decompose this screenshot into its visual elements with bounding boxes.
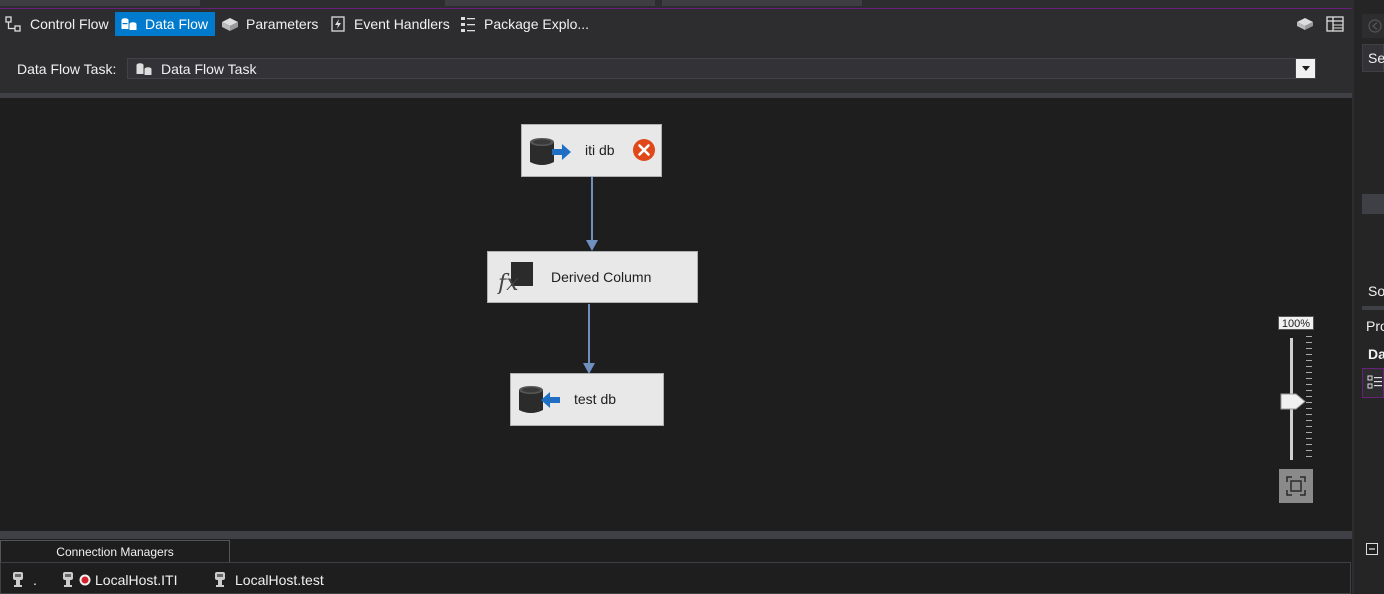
zoom-slider-thumb[interactable]: [1280, 393, 1306, 410]
properties-object-fragment: Da: [1368, 346, 1384, 362]
connection-manager-item[interactable]: LocalHost.ITI: [61, 571, 177, 589]
connection-plug-icon: [13, 572, 23, 587]
data-flow-path-2[interactable]: [583, 304, 595, 374]
solution-explorer-toolbar: [1362, 14, 1384, 38]
back-icon[interactable]: [1368, 19, 1382, 33]
connection-manager-label: .: [33, 572, 37, 588]
data-flow-canvas[interactable]: [0, 98, 1352, 531]
properties-toolbar: [1362, 368, 1384, 398]
connection-managers-panel: . LocalHost.ITI LocalHost.test: [0, 562, 1351, 594]
connection-plug-icon: [63, 572, 73, 587]
tab-parameters[interactable]: Parameters: [216, 12, 325, 36]
tab-data-flow[interactable]: Data Flow: [115, 12, 216, 36]
svg-text:fx: fx: [497, 271, 519, 294]
connection-manager-item[interactable]: LocalHost.test: [213, 571, 324, 589]
derived-column-fx-icon: fx: [497, 262, 533, 294]
task-selector-combobox[interactable]: Data Flow Task: [127, 58, 1316, 79]
connection-plug-icon: [215, 572, 225, 587]
document-tab[interactable]: [0, 0, 200, 6]
connection-manager-label: LocalHost.test: [235, 572, 324, 588]
data-flow-path-1[interactable]: [586, 177, 598, 251]
collapse-icon[interactable]: [1366, 543, 1378, 555]
tab-label: Data Flow: [145, 16, 209, 32]
control-flow-icon: [5, 16, 21, 32]
task-selector-label: Data Flow Task:: [17, 61, 117, 77]
component-iti-db-source[interactable]: iti db: [521, 124, 662, 177]
grid-view-button[interactable]: [1324, 13, 1346, 35]
tab-event-handlers[interactable]: Event Handlers: [324, 12, 457, 36]
solution-explorer-search-fragment: Se: [1368, 50, 1384, 66]
designer-tab-bar: Control Flow Data Flow Parameters Event …: [0, 9, 1352, 39]
component-label: test db: [574, 391, 617, 407]
chevron-down-icon: [1301, 66, 1310, 71]
component-derived-column[interactable]: fx Derived Column: [487, 251, 698, 303]
tab-label: Control Flow: [30, 16, 109, 32]
package-explorer-icon: [461, 17, 475, 32]
properties-grid[interactable]: [1362, 398, 1384, 594]
grid-view-icon: [1326, 16, 1344, 32]
connection-manager-item[interactable]: .: [11, 571, 37, 589]
tab-package-explorer[interactable]: Package Explo...: [454, 12, 596, 36]
zoom-level-label: 100%: [1278, 316, 1314, 330]
connection-manager-label: LocalHost.ITI: [95, 572, 178, 588]
tab-label: Parameters: [246, 16, 319, 32]
data-flow-paths: [583, 177, 598, 374]
error-icon[interactable]: [632, 138, 656, 162]
connection-managers-separator: [0, 531, 1352, 539]
parameters-icon: [222, 18, 238, 31]
component-test-db-destination[interactable]: test db: [510, 373, 664, 426]
component-label: Derived Column: [551, 269, 652, 285]
connection-error-icon: [79, 574, 91, 586]
zoom-to-fit-icon: [1286, 476, 1306, 496]
component-label: iti db: [585, 142, 615, 158]
solution-explorer-tab-fragment[interactable]: So: [1368, 283, 1384, 299]
task-selector-dropdown-button[interactable]: [1295, 59, 1315, 78]
document-tab[interactable]: [445, 0, 655, 6]
properties-title-fragment: Pro: [1366, 318, 1384, 334]
ole-db-source-icon: [530, 138, 571, 165]
data-flow-icon: [121, 18, 137, 30]
tab-label: Package Explo...: [484, 16, 590, 32]
task-selector-row: Data Flow Task: Data Flow Task: [0, 39, 1352, 93]
variables-button[interactable]: [1294, 13, 1316, 35]
tab-label: Event Handlers: [354, 16, 450, 32]
tab-control-flow[interactable]: Control Flow: [0, 12, 116, 36]
ole-db-destination-icon: [519, 386, 560, 413]
variables-icon: [1297, 18, 1313, 30]
zoom-to-fit-button[interactable]: [1279, 469, 1313, 503]
zoom-slider-ticks: [1306, 336, 1312, 460]
data-flow-task-icon: [136, 63, 152, 75]
solution-explorer-tree[interactable]: [1362, 72, 1384, 272]
solution-explorer-selected-row[interactable]: [1362, 194, 1384, 214]
event-handlers-icon: [331, 16, 345, 32]
connection-managers-tab[interactable]: Connection Managers: [0, 540, 230, 562]
categorized-view-icon[interactable]: [1367, 375, 1383, 391]
document-tab[interactable]: [662, 0, 862, 6]
right-panel-splitter[interactable]: [1362, 306, 1384, 310]
task-selector-value: Data Flow Task: [161, 60, 257, 77]
